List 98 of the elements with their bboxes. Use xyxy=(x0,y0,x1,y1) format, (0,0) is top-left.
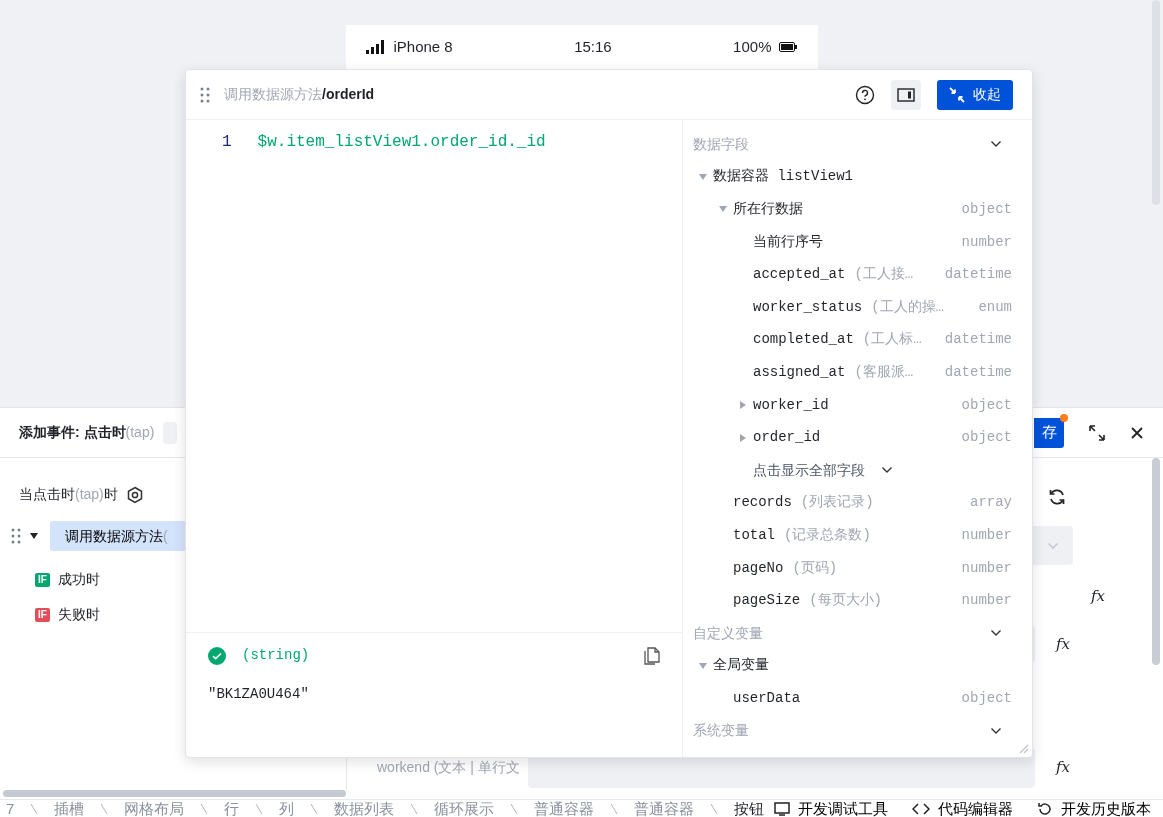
field-name[interactable]: 数据容器 listView1 xyxy=(713,166,853,188)
copy-button[interactable] xyxy=(644,646,660,665)
caret-down-icon[interactable] xyxy=(30,532,38,540)
chevron-down-icon[interactable] xyxy=(990,629,1002,638)
field-type: object xyxy=(961,395,1012,415)
show-all-fields-link[interactable]: 点击显示全部字段 xyxy=(753,459,893,481)
field-name[interactable]: assigned_at xyxy=(753,361,846,383)
separator-icon xyxy=(30,803,39,815)
field-name[interactable]: completed_at xyxy=(753,329,854,351)
field-description: (工人的操… xyxy=(871,297,945,317)
field-name[interactable]: 全局变量 xyxy=(713,655,769,677)
carrier-label: iPhone 8 xyxy=(393,36,453,57)
field-type: object xyxy=(961,428,1012,448)
separator-icon xyxy=(610,803,619,815)
separator-icon xyxy=(510,803,519,815)
formula-icon[interactable]: fx xyxy=(1088,585,1108,608)
battery-icon xyxy=(779,42,798,52)
battery-percent: 100% xyxy=(733,36,772,57)
field-type: number xyxy=(961,525,1012,545)
close-icon[interactable] xyxy=(1130,425,1144,440)
code-icon xyxy=(912,802,930,816)
popup-path: 调用数据源方法/orderId xyxy=(224,85,375,104)
field-name[interactable]: pageNo xyxy=(733,557,784,579)
trigger-label: 当点击时(tap)时 xyxy=(19,485,118,504)
chevron-down-icon[interactable] xyxy=(990,727,1002,735)
formula-icon[interactable]: fx xyxy=(1053,756,1073,779)
collapse-button[interactable]: 收起 xyxy=(937,79,1013,110)
field-type: datetime xyxy=(944,330,1012,350)
field-name[interactable]: order_id xyxy=(753,427,821,449)
field-name[interactable]: userData xyxy=(733,687,801,709)
history-icon xyxy=(1037,801,1053,817)
monitor-icon xyxy=(774,802,790,816)
clock-time: 15:16 xyxy=(574,36,612,57)
branch-label[interactable]: 失败时 xyxy=(57,604,100,625)
field-type: object xyxy=(961,200,1012,219)
chevron-down-icon[interactable] xyxy=(990,140,1002,149)
field-name[interactable]: 当前行序号 xyxy=(753,231,823,253)
field-description: (工人标… xyxy=(862,330,922,350)
toolbar-button[interactable]: 开发历史版本 xyxy=(1037,800,1151,817)
if-badge: IF xyxy=(35,572,50,587)
field-description: (页码) xyxy=(792,558,838,578)
field-name[interactable]: records xyxy=(733,492,792,514)
action-item[interactable]: 调用数据源方法( xyxy=(50,521,186,551)
separator-icon xyxy=(310,803,319,815)
branch-label[interactable]: 成功时 xyxy=(57,569,100,590)
scrollbar[interactable] xyxy=(1152,458,1160,665)
field-type: array xyxy=(970,493,1012,513)
separator-icon xyxy=(200,803,209,815)
resize-grip-icon[interactable] xyxy=(1017,742,1029,754)
toolbar-button[interactable]: 开发调试工具 xyxy=(774,800,888,817)
line-number: 1 xyxy=(222,132,232,153)
field-name[interactable]: total xyxy=(733,524,775,546)
separator-icon xyxy=(100,803,109,815)
formula-icon[interactable]: fx xyxy=(1053,632,1073,656)
breadcrumb-item[interactable]: 按钮 xyxy=(734,800,765,817)
toolbar-button[interactable]: 代码编辑器 xyxy=(912,800,1013,817)
caret-right-icon[interactable] xyxy=(739,433,747,442)
help-icon[interactable] xyxy=(855,84,875,105)
field-type: object xyxy=(961,688,1012,708)
scrollbar[interactable] xyxy=(3,790,346,797)
field-description: (列表记录) xyxy=(800,493,874,513)
field-description: (客服派… xyxy=(854,362,914,382)
drag-handle-icon[interactable] xyxy=(200,86,210,103)
field-description: (记录总条数) xyxy=(784,525,871,545)
settings-icon[interactable] xyxy=(125,485,144,504)
field-name[interactable]: pageSize xyxy=(733,590,801,612)
caret-right-icon[interactable] xyxy=(739,401,747,410)
refresh-icon[interactable] xyxy=(1048,488,1066,506)
separator-icon xyxy=(710,803,719,815)
panel-icon xyxy=(897,87,915,102)
field-name[interactable]: worker_status xyxy=(753,296,863,318)
side-panel-button[interactable] xyxy=(891,79,921,110)
expand-icon[interactable] xyxy=(1088,423,1106,442)
collapse-icon xyxy=(949,86,965,103)
result-type: (string) xyxy=(242,646,310,665)
chevron-down-icon[interactable] xyxy=(881,466,893,475)
field-type: datetime xyxy=(944,265,1012,285)
separator-icon xyxy=(410,803,419,815)
field-description: (每页大小) xyxy=(809,591,883,611)
code-line: $w.item_listView1.order_id._id xyxy=(257,132,546,153)
field-type: datetime xyxy=(944,362,1012,382)
field-type: number xyxy=(961,591,1012,611)
separator-icon xyxy=(255,803,264,815)
field-type: enum xyxy=(978,297,1012,317)
field-label: workend (文本 | 单行文 xyxy=(377,758,520,777)
field-name[interactable]: accepted_at xyxy=(753,264,846,286)
copy-icon xyxy=(644,646,660,665)
field-name[interactable]: 所在行数据 xyxy=(733,199,803,220)
if-badge: IF xyxy=(35,607,50,622)
field-type: number xyxy=(961,232,1012,252)
field-description: (工人接… xyxy=(854,265,914,285)
field-name[interactable]: worker_id xyxy=(753,394,829,416)
result-value: "BK1ZA0U464" xyxy=(208,685,310,704)
panel-title: 添加事件: 点击时(tap) xyxy=(19,423,155,442)
field-type: number xyxy=(961,558,1012,578)
drag-handle-icon[interactable] xyxy=(11,528,21,544)
signal-icon xyxy=(365,40,386,54)
notification-dot xyxy=(1060,413,1068,422)
